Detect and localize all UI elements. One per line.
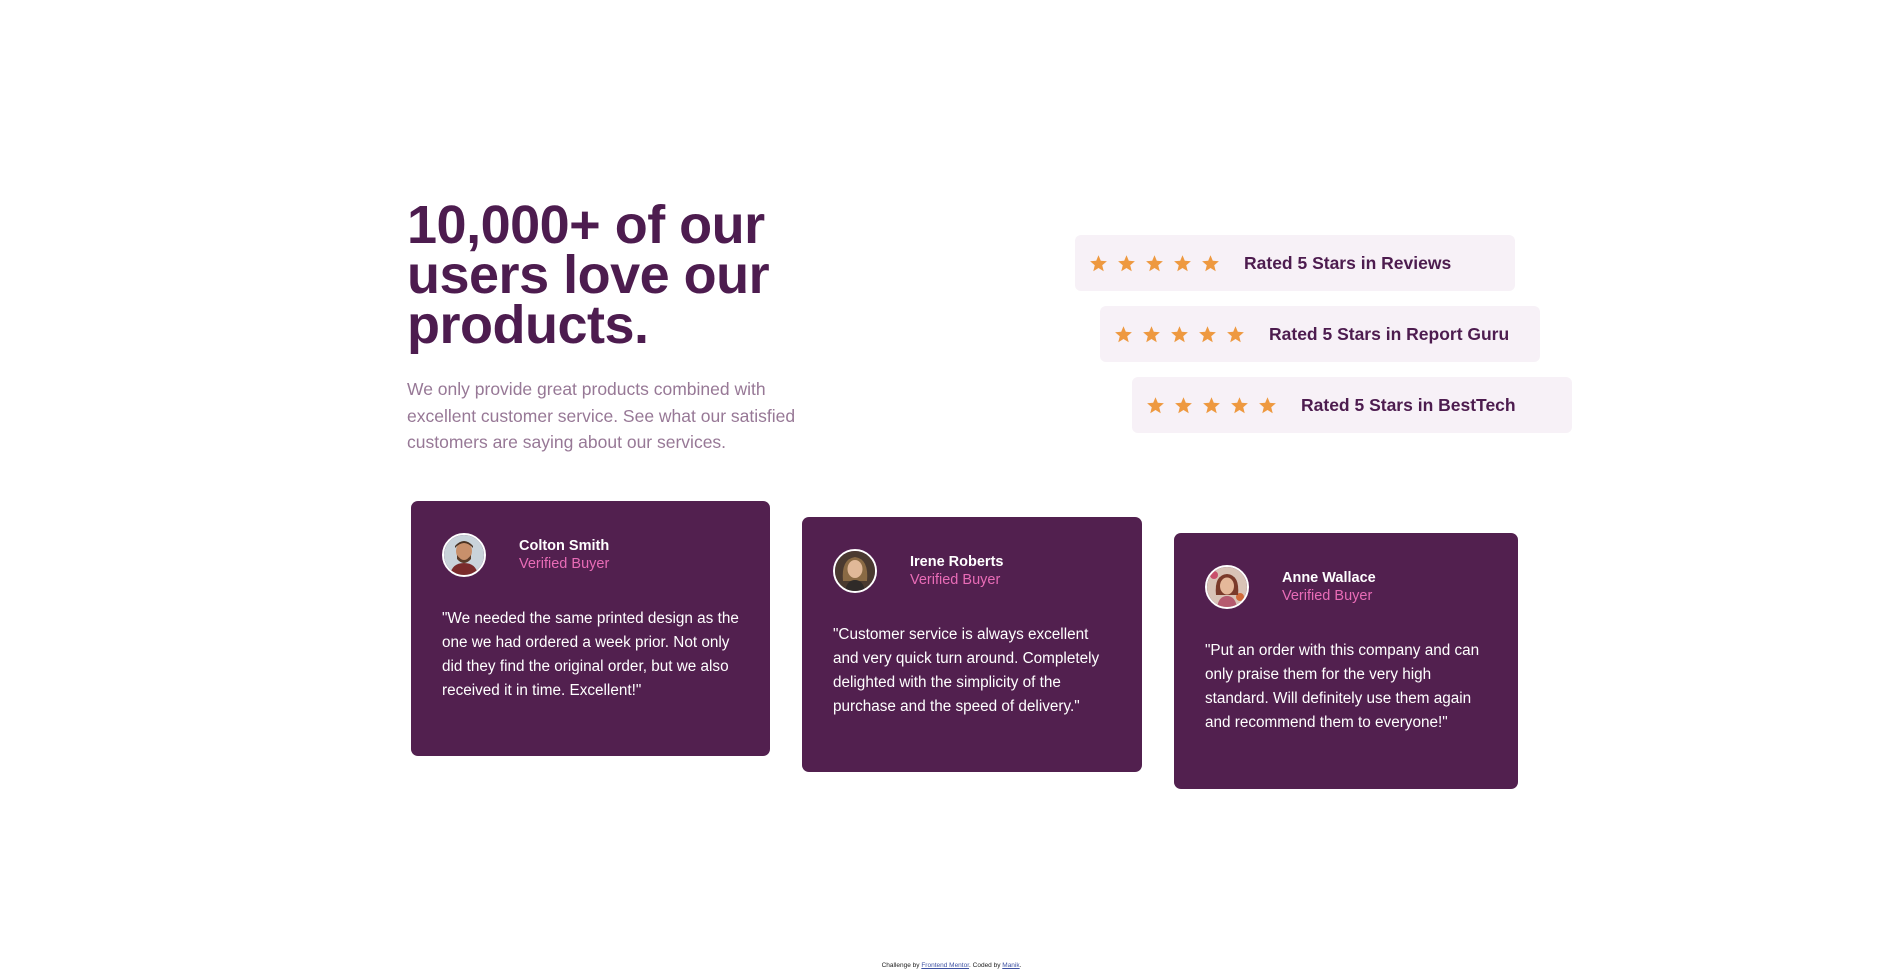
testimonial-quote: "We needed the same printed design as th… [442, 610, 739, 699]
testimonial-header: Anne Wallace Verified Buyer [1205, 565, 1487, 609]
testimonial-header: Irene Roberts Verified Buyer [833, 549, 1111, 593]
star-icon [1118, 254, 1135, 271]
rating-label: Rated 5 Stars in Reviews [1244, 252, 1452, 273]
star-icon [1231, 396, 1248, 413]
buyer-info: Irene Roberts Verified Buyer [910, 553, 1003, 589]
buyer-info: Anne Wallace Verified Buyer [1282, 569, 1376, 605]
testimonial-header: Colton Smith Verified Buyer [442, 533, 739, 577]
star-icon [1203, 396, 1220, 413]
star-icon [1202, 254, 1219, 271]
star-icon [1227, 325, 1244, 342]
rating-reviews: Rated 5 Stars in Reviews [1075, 235, 1515, 291]
buyer-status: Verified Buyer [1282, 588, 1373, 604]
buyer-name: Irene Roberts [910, 554, 1004, 570]
avatar [833, 549, 877, 593]
star-rating [1089, 254, 1220, 273]
hero-description: We only provide great products combined … [407, 379, 796, 452]
testimonial-card-irene: Irene Roberts Verified Buyer "Customer s… [802, 517, 1142, 772]
star-icon [1171, 325, 1188, 342]
rating-label: Rated 5 Stars in BestTech [1301, 394, 1516, 415]
star-rating [1114, 325, 1245, 344]
buyer-name: Anne Wallace [1282, 570, 1376, 586]
testimonial-card-anne: Anne Wallace Verified Buyer "Put an orde… [1174, 533, 1518, 789]
buyer-name: Colton Smith [519, 538, 610, 554]
rating-report-guru: Rated 5 Stars in Report Guru [1100, 306, 1540, 362]
attribution: Challenge by Frontend Mentor. Coded by M… [0, 962, 1903, 970]
hero-title: 10,000+ of our users love our products. [407, 195, 770, 355]
star-icon [1115, 325, 1132, 342]
star-icon [1199, 325, 1216, 342]
rating-besttech: Rated 5 Stars in BestTech [1132, 377, 1572, 433]
star-icon [1174, 254, 1191, 271]
testimonial-card-colton: Colton Smith Verified Buyer "We needed t… [411, 501, 770, 756]
star-icon [1147, 396, 1164, 413]
buyer-status: Verified Buyer [910, 572, 1001, 588]
star-icon [1143, 325, 1160, 342]
star-icon [1146, 254, 1163, 271]
star-icon [1259, 396, 1276, 413]
avatar-irene-icon [835, 551, 875, 591]
buyer-info: Colton Smith Verified Buyer [519, 537, 609, 573]
avatar [1205, 565, 1249, 609]
star-icon [1175, 396, 1192, 413]
testimonial-quote: "Put an order with this company and can … [1205, 642, 1480, 731]
star-icon [1090, 254, 1107, 271]
buyer-status: Verified Buyer [519, 556, 610, 572]
avatar [442, 533, 486, 577]
testimonial-quote: "Customer service is always excellent an… [833, 626, 1100, 715]
star-rating [1146, 396, 1277, 415]
rating-label: Rated 5 Stars in Report Guru [1269, 323, 1510, 344]
avatar-colton-icon [444, 535, 484, 575]
avatar-anne-icon [1207, 567, 1247, 607]
